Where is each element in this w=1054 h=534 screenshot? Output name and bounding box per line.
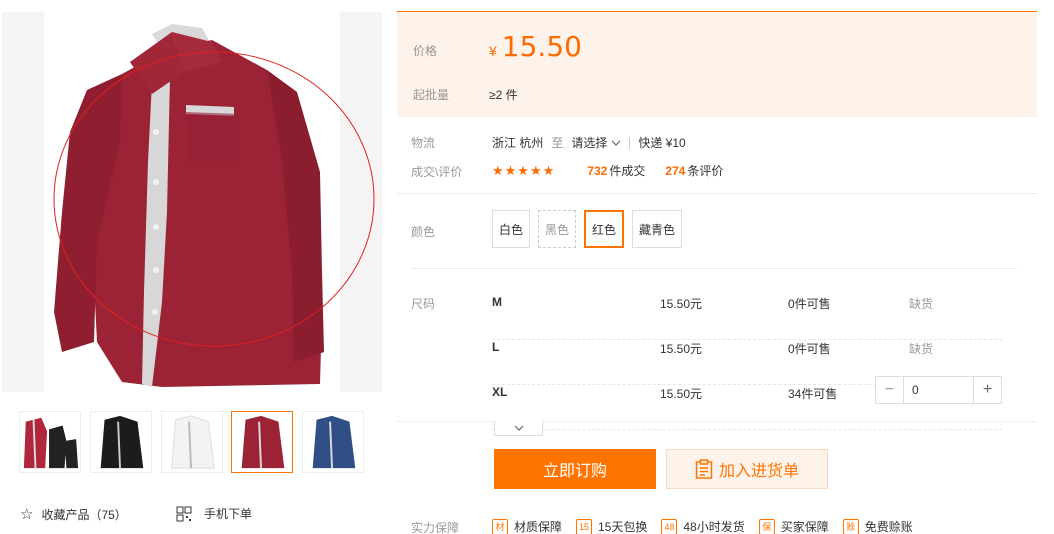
favorite-button[interactable]: ☆ 收藏产品（75）: [20, 505, 127, 523]
color-option-black[interactable]: 黑色: [538, 210, 577, 248]
color-option-white[interactable]: 白色: [492, 210, 531, 248]
review-count[interactable]: 274: [665, 164, 685, 178]
logistics-label: 物流: [411, 136, 436, 150]
divider: [629, 136, 631, 149]
out-of-stock-label: 缺货: [909, 297, 934, 311]
size-stock: 0件可售: [788, 297, 831, 311]
size-stock: 0件可售: [788, 342, 831, 356]
size-price: 15.50元: [660, 387, 703, 401]
main-product-image: [2, 12, 382, 392]
price: ¥ 15.50: [489, 30, 582, 63]
size-label: 尺码: [411, 297, 436, 311]
review-unit: 条评价: [687, 164, 724, 178]
expand-sizes-button[interactable]: [494, 421, 543, 436]
guarantee-label: 实力保障: [411, 521, 460, 534]
add-to-cart-button[interactable]: 加入进货单: [666, 449, 828, 489]
size-row-xl: XL 15.50元 34件可售 − +: [492, 376, 1002, 430]
thumbnail-strip: [19, 411, 364, 473]
price-label: 价格: [413, 44, 438, 58]
price-value: 15.50: [501, 30, 582, 63]
quantity-stepper: − +: [875, 376, 1002, 404]
shield-icon: 保: [758, 518, 775, 534]
color-option-navy[interactable]: 藏青色: [632, 210, 683, 248]
guarantee-item-label: 15天包换: [598, 520, 648, 534]
plus-icon[interactable]: +: [973, 377, 1001, 403]
guarantee-material[interactable]: 材 材质保障: [492, 518, 562, 534]
favorite-label: 收藏产品（75）: [41, 507, 127, 522]
size-name: L: [492, 340, 500, 354]
size-price: 15.50元: [660, 342, 703, 356]
deals-label: 成交\评价: [411, 165, 463, 179]
deals-info: ★★★★★ 732 件成交 274 条评价: [492, 162, 723, 179]
logistics-info: 浙江 杭州 至 请选择 快递 ¥10: [492, 134, 694, 151]
guarantee-list: 材 材质保障 15 15天包换 48 48小时发货 保 买家保障 赊 免费赊账: [492, 518, 927, 534]
guarantee-exchange[interactable]: 15 15天包换: [576, 518, 647, 534]
thumbnail-0[interactable]: [19, 411, 81, 473]
minus-icon[interactable]: −: [876, 377, 904, 403]
moq-value: ≥2 件: [489, 88, 518, 102]
origin-location: 浙江 杭州: [492, 136, 544, 150]
exchange-icon: 15: [576, 518, 593, 534]
color-option-red[interactable]: 红色: [584, 210, 625, 248]
divider: [411, 268, 1017, 269]
mobile-order-label: 手机下单: [204, 507, 253, 521]
material-icon: 材: [492, 518, 508, 534]
shipping-fee: 快递 ¥10: [638, 136, 686, 150]
size-name: XL: [492, 385, 508, 399]
color-options: 白色 黑色 红色 藏青色: [492, 210, 690, 248]
buy-now-button[interactable]: 立即订购: [494, 449, 656, 489]
thumbnail-2[interactable]: [161, 411, 223, 473]
shirt-illustration: [53, 24, 375, 387]
size-row-m: M 15.50元 0件可售 缺货: [492, 295, 1002, 340]
guarantee-item-label: 买家保障: [780, 520, 829, 534]
credit-icon: 赊: [842, 518, 859, 534]
guarantee-buyer[interactable]: 保 买家保障: [758, 518, 829, 534]
star-outline-icon: ☆: [20, 506, 34, 523]
rating-stars-icon: ★★★★★: [492, 162, 556, 178]
guarantee-credit[interactable]: 赊 免费赊账: [842, 518, 913, 534]
mobile-order-button[interactable]: 手机下单: [176, 505, 252, 522]
quantity-input[interactable]: [904, 377, 973, 403]
chevron-down-icon: [514, 425, 523, 431]
color-label: 颜色: [411, 225, 436, 239]
size-stock: 34件可售: [788, 387, 838, 401]
guarantee-shipping[interactable]: 48 48小时发货: [661, 518, 745, 534]
clipboard-icon: [695, 459, 713, 479]
thumbnail-3[interactable]: [231, 411, 293, 473]
thumbnail-4[interactable]: [302, 411, 364, 473]
price-box: 价格 ¥ 15.50 起批量 ≥2 件: [397, 11, 1037, 117]
add-to-cart-label: 加入进货单: [718, 463, 799, 480]
out-of-stock-label: 缺货: [909, 342, 934, 356]
qr-code-icon: [176, 506, 192, 521]
size-name: M: [492, 295, 502, 309]
thumbnail-1[interactable]: [90, 411, 152, 473]
currency-symbol: ¥: [489, 43, 497, 59]
size-price: 15.50元: [660, 297, 703, 311]
chevron-down-icon[interactable]: [611, 138, 621, 148]
to-label: 至: [551, 136, 564, 150]
guarantee-item-label: 48小时发货: [683, 520, 745, 534]
sold-count[interactable]: 732: [587, 164, 607, 178]
divider: [397, 421, 1037, 422]
sold-unit: 件成交: [609, 164, 646, 178]
destination-select[interactable]: 请选择: [571, 134, 607, 151]
moq-label: 起批量: [413, 88, 450, 102]
guarantee-item-label: 免费赊账: [864, 520, 913, 534]
divider: [397, 193, 1037, 194]
shipping-icon: 48: [661, 518, 678, 534]
guarantee-item-label: 材质保障: [514, 520, 563, 534]
